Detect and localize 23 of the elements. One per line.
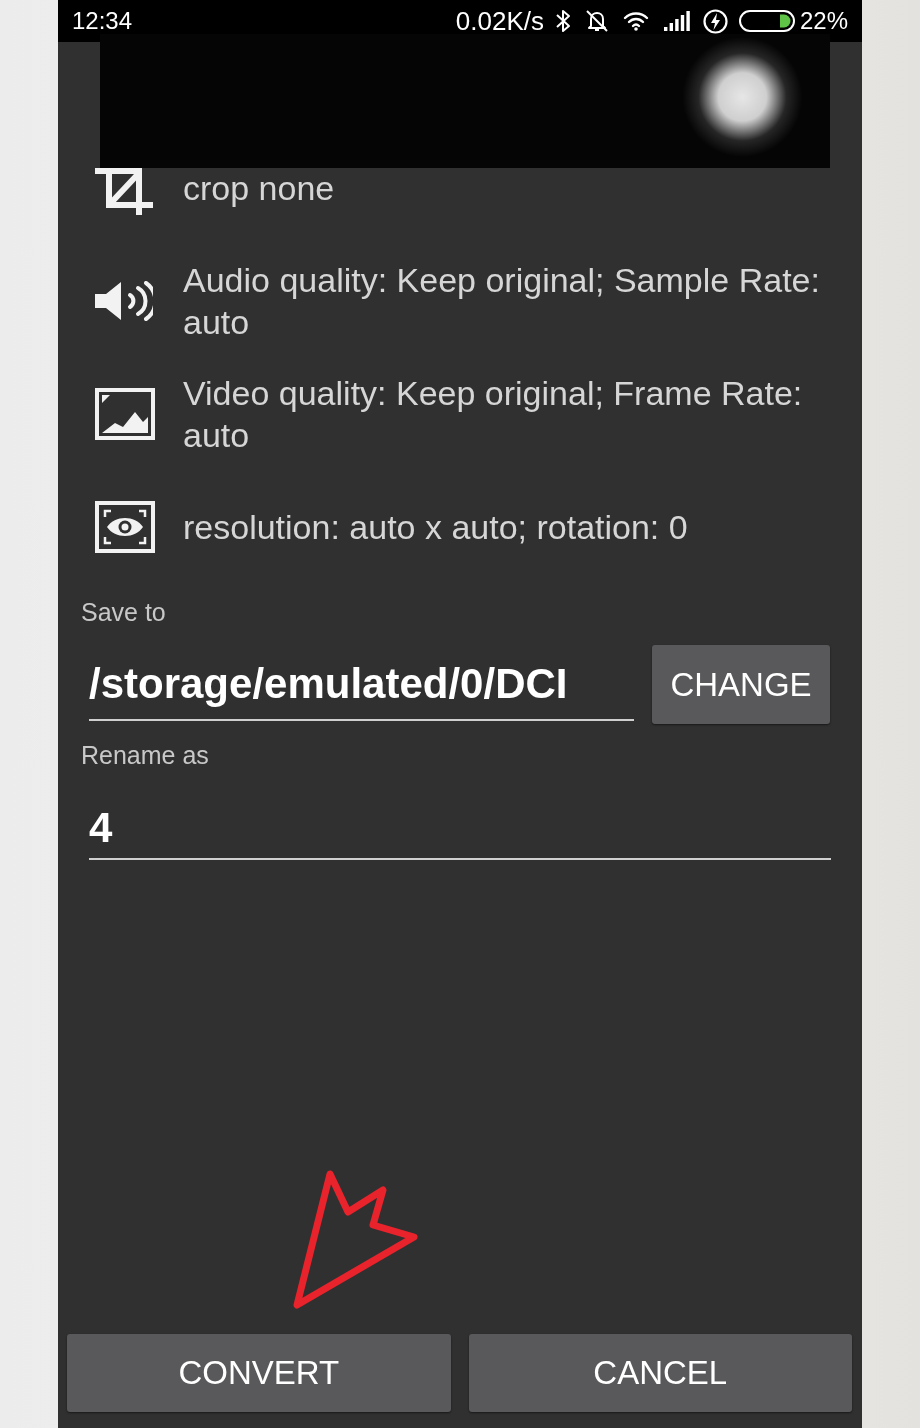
dialog-button[interactable]: CONVERT bbox=[67, 1334, 451, 1412]
image-icon bbox=[95, 387, 155, 440]
battery-percent: 22% bbox=[799, 9, 848, 33]
path-input-field[interactable]: /storage/emulated/0/DCI bbox=[89, 648, 634, 721]
field-label: Save to bbox=[81, 598, 166, 626]
dialog-button[interactable]: CANCEL bbox=[468, 1334, 852, 1412]
speaker-icon bbox=[95, 280, 153, 321]
signal-bars-icon bbox=[663, 11, 691, 31]
network-speed: 0.02K/s bbox=[455, 8, 544, 34]
clock-time: 12:34 bbox=[72, 9, 133, 33]
bell-off-icon bbox=[583, 8, 610, 34]
bluetooth-icon bbox=[554, 9, 571, 33]
setting-summary: crop none bbox=[183, 167, 336, 209]
setting-summary: resolution: auto x auto; rotation: 0 bbox=[183, 506, 689, 548]
battery-icon bbox=[738, 10, 795, 32]
change-button[interactable]: CHANGE bbox=[652, 645, 830, 724]
setting-summary: Video quality: Keep original; Frame Rate: auto bbox=[183, 372, 804, 456]
wifi-icon bbox=[622, 11, 649, 31]
eye-frame-icon bbox=[95, 500, 155, 553]
setting-summary: Audio quality: Keep original; Sample Rate: auto bbox=[183, 259, 821, 343]
field-label: Rename as bbox=[81, 741, 209, 769]
filename-input-field[interactable]: 4 bbox=[89, 798, 831, 860]
charging-bolt-icon bbox=[702, 8, 728, 34]
